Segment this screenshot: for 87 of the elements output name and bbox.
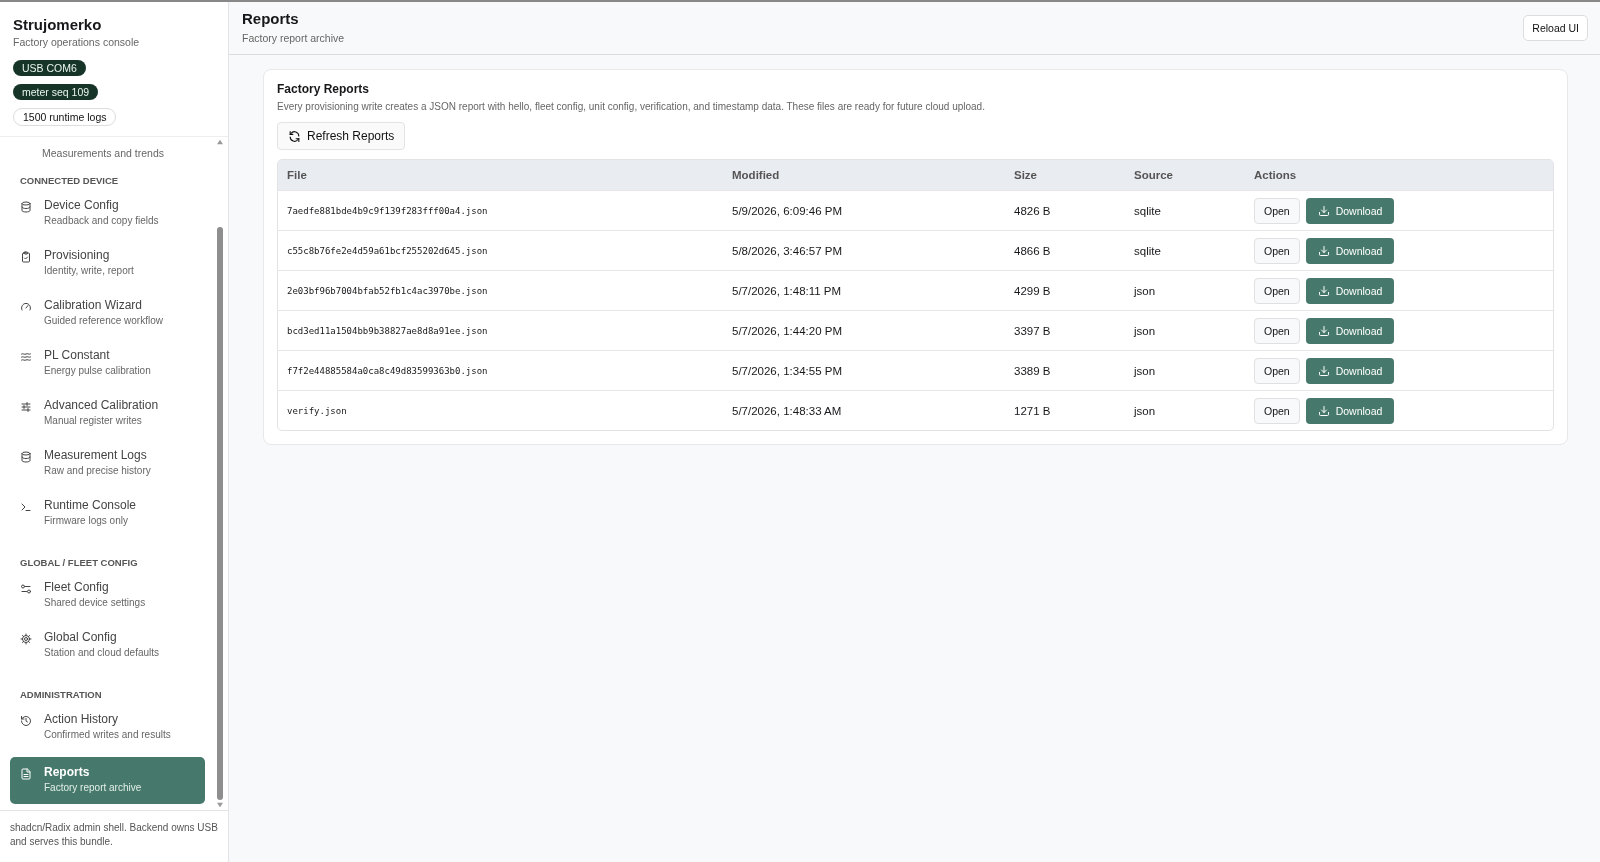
card-description: Every provisioning write creates a JSON report with hello, fleet config, unit config, verification, and timestamp data. These files are ready for future cloud upload. xyxy=(277,101,986,112)
open-button[interactable]: Open xyxy=(1254,357,1300,384)
download-icon xyxy=(1317,284,1330,297)
column-header: Source xyxy=(1133,169,1174,181)
database-icon xyxy=(20,451,32,463)
table-cell: 3389 B xyxy=(1014,364,1051,377)
nav-item[interactable]: Action History Confirmed writes and results xyxy=(10,705,205,755)
table-cell: sqlite xyxy=(1134,244,1161,257)
reload-button[interactable]: Reload UI xyxy=(1523,15,1588,41)
table-cell: json xyxy=(1134,364,1156,377)
column-header: File xyxy=(286,169,308,181)
file-name-cell: 7aedfe881bde4b9c9f139f283fff00a4.json xyxy=(287,205,488,216)
table-cell: json xyxy=(1134,324,1156,337)
document-icon xyxy=(20,768,32,780)
nav-item-subtitle: Measurements and trends xyxy=(42,147,164,159)
table-cell: sqlite xyxy=(1134,204,1161,217)
download-button[interactable]: Download xyxy=(1305,357,1395,384)
download-button[interactable]: Download xyxy=(1305,277,1395,304)
footer-note: shadcn/Radix admin shell. Backend owns USB and serves this bundle. xyxy=(0,810,228,862)
scroll-up-icon[interactable] xyxy=(215,139,224,145)
page-subtitle: Factory report archive xyxy=(242,32,345,44)
nav-item[interactable]: Fleet Config Shared device settings xyxy=(10,573,205,623)
file-name-cell: bcd3ed11a1504bb9b38827ae8d8a91ee.json xyxy=(287,325,488,336)
table-cell: json xyxy=(1134,284,1156,297)
nav-item[interactable]: Device Config Readback and copy fields xyxy=(10,191,205,241)
nav-item[interactable]: PL Constant Energy pulse calibration xyxy=(10,341,205,391)
table-cell: 5/7/2026, 1:34:55 PM xyxy=(732,364,842,377)
download-icon xyxy=(1317,364,1330,377)
file-name-cell: verify.json xyxy=(287,405,347,416)
file-name-cell: 2e03bf96b7004bfab52fb1c4ac3970be.json xyxy=(287,285,488,296)
card-title: Factory Reports xyxy=(277,82,371,96)
section-label: ADMINISTRATION xyxy=(19,688,103,702)
open-button[interactable]: Open xyxy=(1254,197,1300,224)
clipboard-icon xyxy=(20,251,32,263)
nav-item[interactable]: Advanced Calibration Manual register writes xyxy=(10,391,205,441)
database-icon xyxy=(20,201,32,213)
download-button[interactable]: Download xyxy=(1305,237,1395,264)
open-button[interactable]: Open xyxy=(1254,237,1300,264)
open-button[interactable]: Open xyxy=(1254,397,1300,424)
table-cell: 5/7/2026, 1:48:33 AM xyxy=(732,404,842,417)
file-name-cell: c55c8b76fe2e4d59a61bcf255202d645.json xyxy=(287,245,488,256)
page-title: Reports xyxy=(242,10,300,27)
section-label: GLOBAL / FLEET CONFIG xyxy=(19,556,139,570)
download-button[interactable]: Download xyxy=(1305,317,1395,344)
nav-item[interactable]: Global Config Station and cloud defaults xyxy=(10,623,205,673)
toggles-icon xyxy=(20,583,32,595)
nav-item[interactable]: Reports Factory report archive xyxy=(10,757,205,804)
download-icon xyxy=(1317,244,1330,257)
column-header: Size xyxy=(1013,169,1038,181)
refresh-button[interactable]: Refresh Reports xyxy=(277,122,406,150)
open-button[interactable]: Open xyxy=(1254,277,1300,304)
terminal-icon xyxy=(20,501,32,513)
status-badge: USB COM6 xyxy=(13,60,86,76)
table-cell: 5/9/2026, 6:09:46 PM xyxy=(732,204,842,217)
file-name-cell: f7f2e44885584a0ca8c49d83599363b0.json xyxy=(287,365,488,376)
history-icon xyxy=(20,715,32,727)
download-icon xyxy=(1317,204,1330,217)
nav-item[interactable]: Measurement Logs Raw and precise history xyxy=(10,441,205,491)
waves-icon xyxy=(20,351,32,363)
refresh-icon xyxy=(288,129,301,143)
table-cell: 3397 B xyxy=(1014,324,1051,337)
open-button[interactable]: Open xyxy=(1254,317,1300,344)
download-icon xyxy=(1317,324,1330,337)
app-title: Strujomerko xyxy=(13,16,103,33)
table-cell: 5/7/2026, 1:44:20 PM xyxy=(732,324,842,337)
app-subtitle: Factory operations console xyxy=(13,36,141,48)
table-cell: 5/7/2026, 1:48:11 PM xyxy=(732,284,842,297)
download-button[interactable]: Download xyxy=(1305,397,1395,424)
sliders-icon xyxy=(20,401,32,413)
nav-item[interactable]: Calibration Wizard Guided reference workflow xyxy=(10,291,205,341)
gauge-icon xyxy=(20,301,32,313)
table-cell: 4866 B xyxy=(1014,244,1051,257)
status-badge: meter seq 109 xyxy=(13,84,99,100)
section-label: CONNECTED DEVICE xyxy=(19,174,120,188)
table-cell: 4299 B xyxy=(1014,284,1051,297)
table-cell: 1271 B xyxy=(1014,404,1051,417)
download-button[interactable]: Download xyxy=(1305,197,1395,224)
table-cell: 4826 B xyxy=(1014,204,1051,217)
download-icon xyxy=(1317,404,1330,417)
column-header: Actions xyxy=(1253,169,1298,181)
table-cell: 5/8/2026, 3:46:57 PM xyxy=(732,244,842,257)
nav-item[interactable]: Provisioning Identity, write, report xyxy=(10,241,205,291)
settings-icon xyxy=(20,633,32,645)
table-cell: json xyxy=(1134,404,1156,417)
column-header: Modified xyxy=(731,169,781,181)
scroll-down-icon[interactable] xyxy=(215,802,224,808)
nav-item[interactable]: Runtime Console Firmware logs only xyxy=(10,491,205,541)
